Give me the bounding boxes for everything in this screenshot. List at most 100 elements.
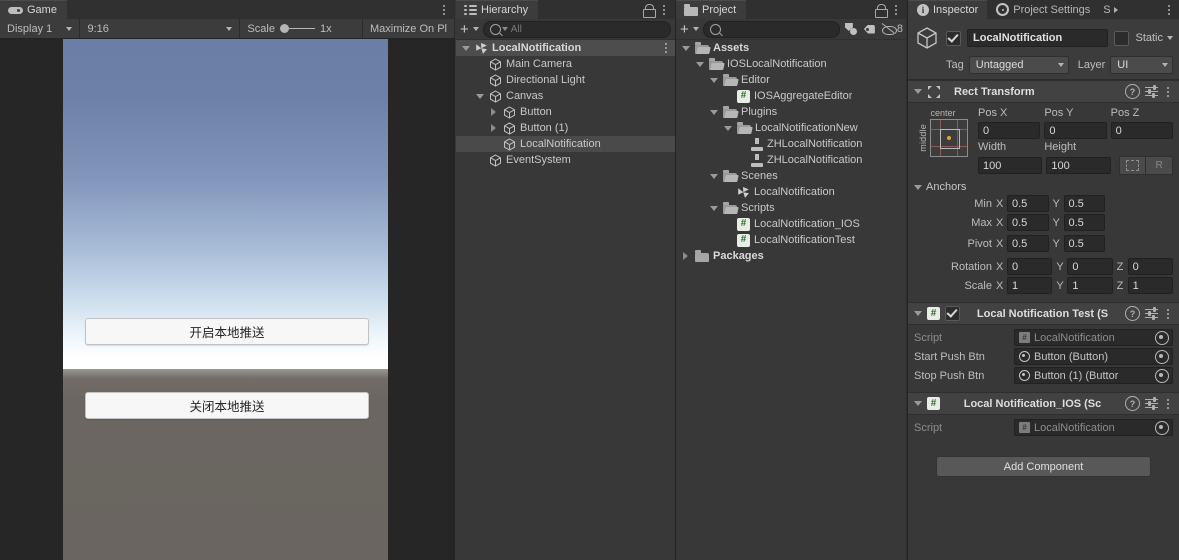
lock-icon[interactable] bbox=[875, 3, 888, 18]
pos-x-input[interactable]: 0 bbox=[978, 122, 1041, 139]
component-enabled-checkbox[interactable] bbox=[945, 306, 960, 321]
project-item[interactable]: ZHLocalNotification bbox=[676, 136, 907, 152]
tab-inspector[interactable]: Inspector bbox=[908, 0, 988, 19]
object-reference-field[interactable]: LocalNotification bbox=[1014, 419, 1173, 436]
hierarchy-item[interactable]: Button bbox=[456, 104, 675, 120]
hierarchy-item[interactable]: Directional Light bbox=[456, 72, 675, 88]
component-menu-kebab-icon[interactable] bbox=[1163, 307, 1173, 321]
tab-project[interactable]: Project bbox=[676, 0, 747, 19]
hierarchy-item[interactable]: EventSystem bbox=[456, 152, 675, 168]
game-menu-kebab-icon[interactable] bbox=[439, 3, 449, 17]
project-item[interactable]: # LocalNotification_IOS bbox=[676, 216, 907, 232]
project-item[interactable]: Scripts bbox=[676, 200, 907, 216]
project-item[interactable]: LocalNotification bbox=[676, 184, 907, 200]
maximize-on-play-button[interactable]: Maximize On Pl bbox=[363, 19, 455, 38]
blueprint-mode-toggle[interactable] bbox=[1118, 156, 1147, 175]
project-item[interactable]: LocalNotificationNew bbox=[676, 120, 907, 136]
project-item[interactable]: ZHLocalNotification bbox=[676, 152, 907, 168]
object-name-field[interactable]: LocalNotification bbox=[967, 29, 1109, 47]
component-menu-kebab-icon[interactable] bbox=[1163, 397, 1173, 411]
expand-triangle-icon[interactable] bbox=[460, 45, 471, 51]
hierarchy-item[interactable]: Main Camera bbox=[456, 56, 675, 72]
pivot-x-input[interactable]: 0.5 bbox=[1007, 235, 1049, 252]
create-asset-plus-icon[interactable]: + bbox=[680, 22, 689, 37]
static-dropdown[interactable]: Static bbox=[1135, 32, 1173, 44]
pos-z-input[interactable]: 0 bbox=[1110, 122, 1173, 139]
inspector-menu-kebab-icon[interactable] bbox=[1164, 3, 1174, 17]
preset-icon[interactable] bbox=[1145, 307, 1158, 320]
anchors-triangle-icon[interactable] bbox=[914, 184, 922, 190]
collapse-triangle-icon[interactable] bbox=[488, 124, 499, 132]
stop-push-button[interactable]: 关闭本地推送 bbox=[85, 392, 369, 419]
object-reference-field[interactable]: Button (Button) bbox=[1014, 348, 1173, 365]
save-search-icon[interactable] bbox=[844, 22, 859, 36]
raw-edit-mode-toggle[interactable]: R bbox=[1146, 156, 1173, 175]
anchor-preset-widget[interactable]: center middle bbox=[914, 107, 972, 177]
object-reference-field[interactable]: Button (1) (Buttor bbox=[1014, 367, 1173, 384]
scale-z-input[interactable]: 1 bbox=[1127, 277, 1173, 294]
project-item[interactable]: Plugins bbox=[676, 104, 907, 120]
project-item[interactable]: IOSLocalNotification bbox=[676, 56, 907, 72]
anchor-preset-diagram[interactable] bbox=[930, 119, 968, 157]
component-menu-kebab-icon[interactable] bbox=[1163, 85, 1173, 99]
object-picker-icon[interactable] bbox=[1155, 330, 1169, 345]
tag-dropdown[interactable]: Untagged bbox=[968, 56, 1069, 74]
collapse-triangle-icon[interactable] bbox=[914, 89, 922, 94]
hierarchy-item[interactable]: Canvas bbox=[456, 88, 675, 104]
help-icon[interactable]: ? bbox=[1125, 306, 1140, 321]
hierarchy-item[interactable]: Button (1) bbox=[456, 120, 675, 136]
add-component-button[interactable]: Add Component bbox=[936, 456, 1151, 477]
rotation-x-input[interactable]: 0 bbox=[1007, 258, 1053, 275]
object-enabled-checkbox[interactable] bbox=[946, 30, 961, 46]
object-picker-icon[interactable] bbox=[1155, 420, 1169, 435]
expand-triangle-icon[interactable] bbox=[708, 109, 719, 115]
collapse-triangle-icon[interactable] bbox=[914, 401, 922, 406]
hierarchy-search-input[interactable]: All bbox=[482, 20, 671, 38]
expand-triangle-icon[interactable] bbox=[694, 61, 705, 67]
hierarchy-menu-kebab-icon[interactable] bbox=[659, 3, 669, 17]
height-input[interactable]: 100 bbox=[1046, 157, 1111, 174]
component-header[interactable]: # Local Notification_IOS (Sc? bbox=[908, 392, 1179, 415]
rotation-z-input[interactable]: 0 bbox=[1127, 258, 1173, 275]
tab-game[interactable]: Game bbox=[0, 0, 67, 19]
start-push-button[interactable]: 开启本地推送 bbox=[85, 318, 369, 345]
expand-triangle-icon[interactable] bbox=[474, 93, 485, 99]
help-icon[interactable]: ? bbox=[1125, 396, 1140, 411]
project-search-input[interactable] bbox=[702, 20, 840, 38]
pivot-y-input[interactable]: 0.5 bbox=[1063, 235, 1105, 252]
width-input[interactable]: 100 bbox=[978, 157, 1043, 174]
project-item[interactable]: # IOSAggregateEditor bbox=[676, 88, 907, 104]
hierarchy-item[interactable]: LocalNotification bbox=[456, 136, 675, 152]
object-picker-icon[interactable] bbox=[1155, 368, 1169, 383]
display-dropdown[interactable]: Display 1 bbox=[0, 19, 81, 38]
anchors-foldout[interactable]: Anchors bbox=[914, 181, 1173, 193]
create-object-plus-icon[interactable]: + bbox=[460, 22, 469, 37]
expand-triangle-icon[interactable] bbox=[708, 173, 719, 179]
scale-slider-knob[interactable] bbox=[279, 24, 289, 33]
tab-hierarchy[interactable]: Hierarchy bbox=[456, 0, 539, 19]
hierarchy-item[interactable]: LocalNotification bbox=[456, 40, 675, 56]
label-tag-icon[interactable] bbox=[863, 23, 878, 36]
collapse-triangle-icon[interactable] bbox=[680, 252, 691, 260]
anchor-min-y-input[interactable]: 0.5 bbox=[1063, 195, 1105, 212]
create-object-chevron-down-icon[interactable] bbox=[472, 27, 479, 31]
help-icon[interactable]: ? bbox=[1125, 84, 1140, 99]
scale-slider-track[interactable] bbox=[288, 27, 315, 30]
project-item[interactable]: Scenes bbox=[676, 168, 907, 184]
chevron-right-icon[interactable] bbox=[1113, 6, 1118, 13]
lock-icon[interactable] bbox=[643, 3, 656, 18]
collapse-triangle-icon[interactable] bbox=[488, 108, 499, 116]
tab-overflow[interactable]: S bbox=[1099, 0, 1119, 19]
collapse-triangle-icon[interactable] bbox=[914, 311, 922, 316]
preset-icon[interactable] bbox=[1145, 85, 1158, 98]
hierarchy-tree[interactable]: LocalNotification Main Camera Directional … bbox=[456, 40, 675, 560]
project-item[interactable]: Packages bbox=[676, 248, 907, 264]
scale-x-input[interactable]: 1 bbox=[1007, 277, 1053, 294]
scale-y-input[interactable]: 1 bbox=[1067, 277, 1113, 294]
game-view[interactable]: 开启本地推送 关闭本地推送 bbox=[0, 39, 455, 560]
project-item[interactable]: Assets bbox=[676, 40, 907, 56]
game-render-area[interactable]: 开启本地推送 关闭本地推送 bbox=[63, 39, 388, 560]
expand-triangle-icon[interactable] bbox=[708, 77, 719, 83]
pos-y-input[interactable]: 0 bbox=[1044, 122, 1107, 139]
component-header-rect-transform[interactable]: Rect Transform ? bbox=[908, 80, 1179, 103]
